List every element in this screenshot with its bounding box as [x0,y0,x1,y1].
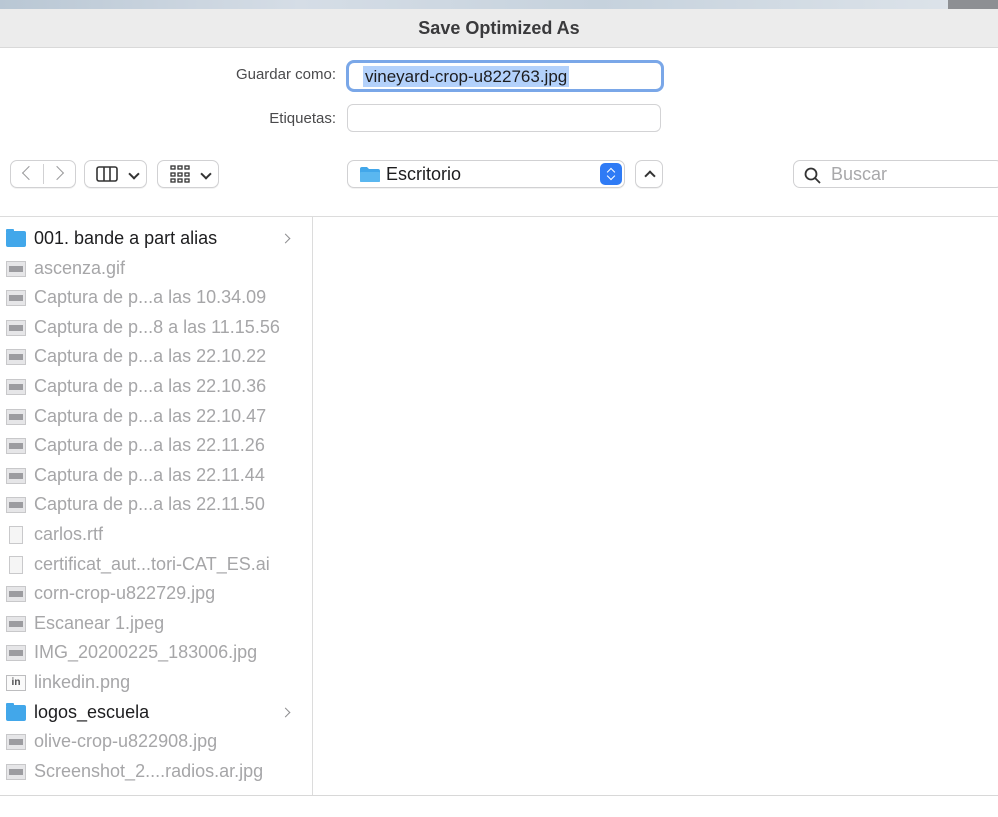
chevron-up-icon [644,170,656,182]
save-as-input[interactable]: vineyard-crop-u822763.jpg [346,60,664,92]
image-thumbnail-icon [6,408,26,425]
file-name: linkedin.png [34,672,131,692]
image-thumbnail-icon [6,586,26,603]
file-row[interactable]: corn-crop-u822729.jpg [0,580,312,609]
folder-icon [6,229,26,247]
search-placeholder: Buscar [831,164,888,184]
search-icon [804,167,821,184]
folder-icon [6,702,26,721]
file-row[interactable]: in linkedin.png [0,669,312,698]
dialog-title: Save Optimized As [0,9,998,48]
file-row[interactable]: Captura de p...8 a las 11.15.56 [0,314,312,343]
image-thumbnail-icon [6,349,26,366]
file-row[interactable]: Screenshot_2....radios.ar.jpg [0,758,312,787]
folder-row[interactable]: 001. bande a part alias [0,225,312,254]
folder-row[interactable]: logos_escuela [0,699,312,728]
file-row[interactable]: Escanear 1.jpeg [0,610,312,639]
view-mode-button[interactable] [84,160,147,188]
image-thumbnail-icon [6,645,26,662]
image-thumbnail-icon [6,497,26,514]
search-input[interactable]: Buscar [793,160,998,188]
back-button[interactable] [11,161,44,187]
file-name: Escanear 1.jpeg [34,612,165,633]
folder-icon [360,167,380,182]
location-label: Escritorio [386,164,462,184]
popup-stepper-icon [600,163,622,185]
tags-label: Etiquetas: [269,110,336,127]
save-as-input-value: vineyard-crop-u822763.jpg [363,66,570,87]
file-list[interactable]: 001. bande a part alias ascenza.gif Captur… [0,217,312,795]
file-name: IMG_20200225_183006.jpg [34,642,258,663]
file-name: Captura de p...8 a las 11.15.56 [34,316,280,337]
image-thumbnail-icon [6,467,26,484]
location-popup[interactable]: Escritorio [347,160,625,188]
file-row[interactable]: Captura de p...a las 10.34.09 [0,284,312,313]
file-name: Captura de p...a las 22.11.50 [34,494,265,515]
file-row[interactable]: carlos.rtf [0,521,312,550]
image-thumbnail-icon [6,290,26,307]
file-name: certificat_aut...tori-CAT_ES.ai [34,553,270,574]
grid-group-icon [170,165,190,183]
linkedin-file-icon: in [6,675,26,691]
file-name: Captura de p...a las 22.10.22 [34,346,267,367]
image-thumbnail-icon [6,260,26,277]
forward-button[interactable] [44,161,77,187]
file-row[interactable]: Captura de p...a las 22.11.26 [0,432,312,461]
image-thumbnail-icon [6,438,26,455]
file-name: corn-crop-u822729.jpg [34,583,216,604]
file-name: Captura de p...a las 22.10.36 [34,376,267,396]
column-divider [312,217,313,795]
file-row[interactable]: Captura de p...a las 22.10.22 [0,343,312,372]
chevron-right-icon [49,165,65,181]
background-window-edge [948,0,998,9]
file-name: Captura de p...a las 22.10.47 [34,405,267,426]
file-name: carlos.rtf [34,524,104,544]
image-thumbnail-icon [6,763,26,780]
file-name: Captura de p...a las 22.11.44 [34,464,265,485]
image-thumbnail-icon [6,615,26,632]
file-row[interactable]: olive-crop-u822908.jpg [0,728,312,757]
chevron-right-icon [280,233,291,244]
file-name: Captura de p...a las 10.34.09 [34,287,267,308]
chevron-right-icon [280,707,291,718]
file-row[interactable]: Captura de p...a las 22.10.36 [0,373,312,402]
file-row[interactable]: Captura de p...a las 22.10.47 [0,403,312,432]
columns-view-icon [96,166,118,182]
chevron-down-icon [128,168,140,180]
file-name: logos_escuela [34,701,150,722]
image-thumbnail-icon [6,319,26,336]
collapse-button[interactable] [635,160,663,188]
file-name: ascenza.gif [34,257,126,278]
back-forward-group [10,160,76,188]
document-icon [9,555,23,574]
file-name: Screenshot_2....radios.ar.jpg [34,760,264,781]
tags-input[interactable] [347,104,661,132]
chevron-down-icon [200,168,212,180]
group-by-button[interactable] [157,160,219,188]
file-row[interactable]: ascenza.gif [0,255,312,284]
document-icon [9,526,23,544]
file-row[interactable]: certificat_aut...tori-CAT_ES.ai [0,551,312,580]
bottom-divider [0,795,998,796]
file-name: 001. bande a part alias [34,228,218,248]
image-thumbnail-icon [6,379,26,395]
image-thumbnail-icon [6,734,26,751]
file-row[interactable]: Captura de p...a las 22.11.44 [0,462,312,491]
file-name: Captura de p...a las 22.11.26 [34,435,265,456]
file-name: olive-crop-u822908.jpg [34,731,218,752]
save-as-label: Guardar como: [235,66,336,83]
chevron-left-icon [21,165,37,181]
window-background-strip [0,0,998,9]
file-row[interactable]: IMG_20200225_183006.jpg [0,639,312,668]
file-row[interactable]: Captura de p...a las 22.11.50 [0,491,312,520]
